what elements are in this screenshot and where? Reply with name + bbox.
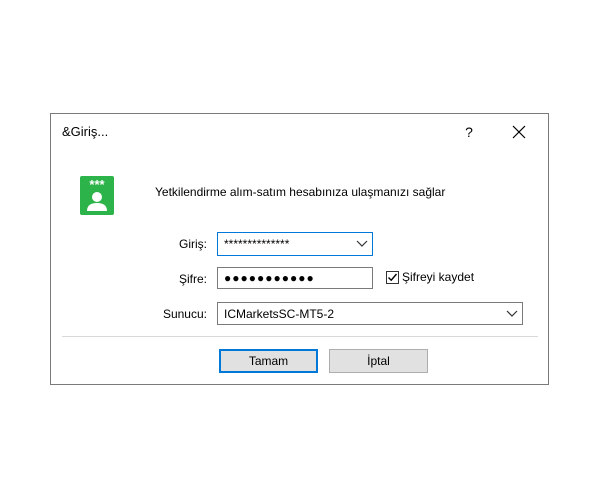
chevron-down-icon[interactable] [506, 310, 518, 318]
server-label: Sunucu: [162, 307, 207, 321]
save-password-checkbox[interactable] [386, 271, 399, 284]
login-label: Giriş: [179, 237, 207, 251]
ok-button[interactable]: Tamam [219, 349, 318, 373]
login-combobox[interactable]: ************** [217, 232, 373, 256]
checkmark-icon [388, 273, 398, 282]
login-value: ************** [224, 237, 290, 251]
divider [62, 336, 538, 337]
server-value: ICMarketsSC-MT5-2 [224, 307, 335, 321]
title-bar: &Giriş... ? [51, 114, 548, 150]
password-value: ●●●●●●●●●●● [224, 271, 315, 285]
close-button[interactable] [507, 120, 531, 144]
server-combobox[interactable]: ICMarketsSC-MT5-2 [217, 302, 523, 325]
save-password-label[interactable]: Şifreyi kaydet [402, 270, 474, 284]
close-icon [512, 125, 526, 139]
password-field[interactable]: ●●●●●●●●●●● [217, 267, 373, 289]
dialog-description: Yetkilendirme alım-satım hesabınıza ulaş… [155, 185, 446, 199]
dialog-title: &Giriş... [62, 124, 109, 139]
icon-stars: *** [89, 177, 105, 192]
help-button[interactable]: ? [459, 122, 479, 142]
login-dialog: &Giriş... ? *** Yetkilendirme alım-satım… [50, 113, 549, 385]
password-label: Şifre: [178, 272, 207, 286]
chevron-down-icon[interactable] [356, 240, 368, 248]
user-key-icon: *** [80, 176, 114, 215]
cancel-button[interactable]: İptal [329, 349, 428, 373]
